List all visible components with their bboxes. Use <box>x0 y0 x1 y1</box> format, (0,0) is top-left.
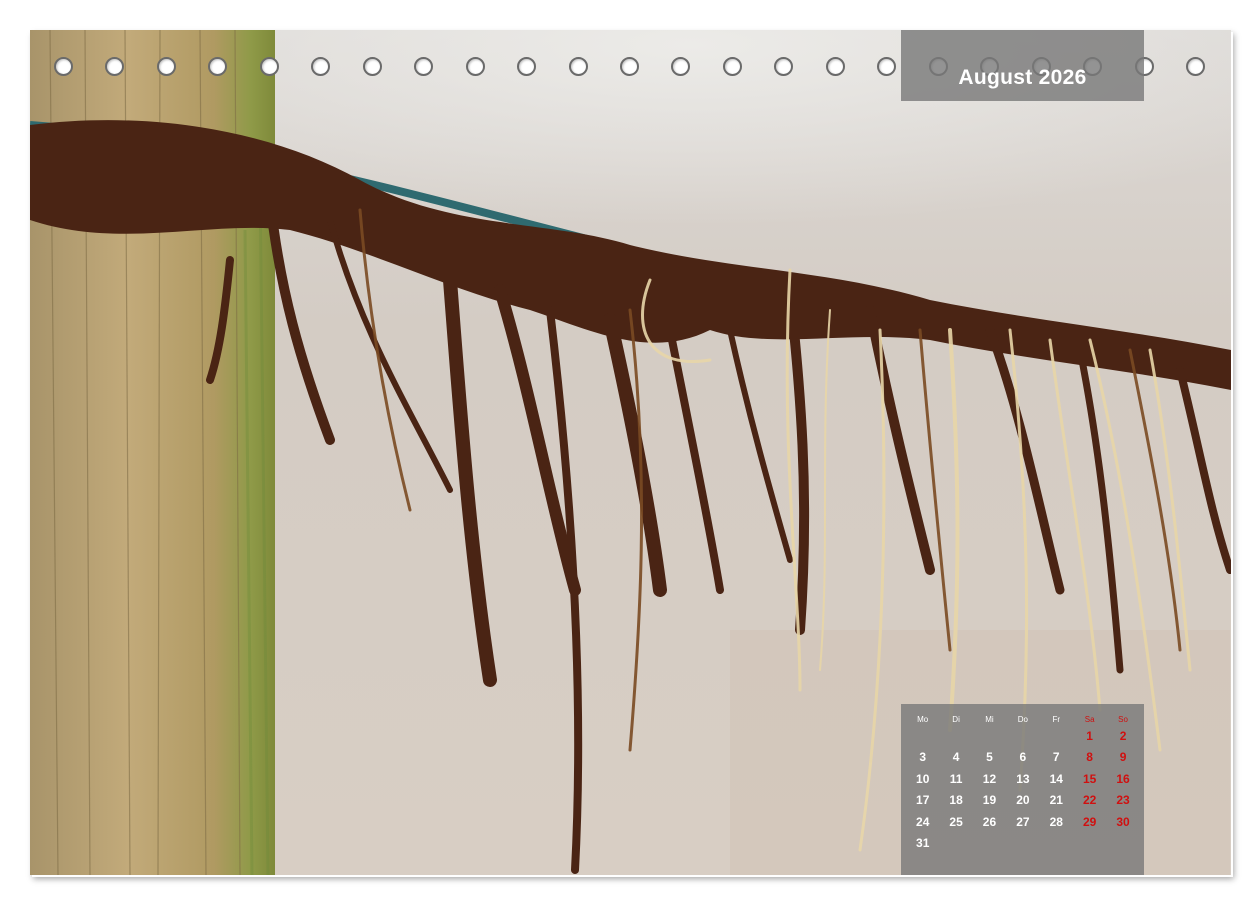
calendar-day: 13 <box>1016 771 1030 786</box>
calendar-day: 18 <box>949 793 963 808</box>
calendar-day: 14 <box>1049 771 1063 786</box>
weekday-header: Mo <box>917 715 929 724</box>
calendar-week-row: 12 <box>906 726 1140 747</box>
calendar-day: 26 <box>982 814 997 829</box>
calendar-week-row: 31 <box>906 833 1140 854</box>
calendar-day: 2 <box>1119 729 1127 743</box>
calendar-day: 30 <box>1116 814 1130 829</box>
weekday-header-row: Mo Di Mi Do Fr Sa So <box>906 714 1140 726</box>
calendar-day: 15 <box>1082 771 1097 786</box>
weekday-header-sunday: So <box>1118 715 1128 724</box>
calendar-day: 10 <box>916 771 930 786</box>
calendar-day <box>906 726 939 747</box>
calendar-day: 25 <box>949 814 963 829</box>
calendar-day: 5 <box>986 750 993 765</box>
calendar-page: August 2026 Mo Di Mi Do Fr Sa So 1234567… <box>0 0 1260 905</box>
calendar-day: 4 <box>952 750 960 765</box>
calendar-grid-box: Mo Di Mi Do Fr Sa So 1 2 3 4 5 6 7 8 9 10 11 12 13 14… <box>901 704 1144 875</box>
calendar-day: 1 <box>1086 729 1093 743</box>
calendar-day: 3 <box>919 750 927 765</box>
calendar-day: 27 <box>1016 814 1030 829</box>
calendar-day: 24 <box>916 814 930 829</box>
calendar-day: 9 <box>1119 750 1127 765</box>
calendar-day <box>973 833 1006 854</box>
weekday-header: Fr <box>1052 715 1061 724</box>
calendar-day: 29 <box>1082 814 1097 829</box>
calendar-day: 11 <box>949 771 963 786</box>
calendar-day: 20 <box>1016 793 1030 808</box>
weekday-header: Do <box>1017 715 1028 724</box>
calendar-day <box>939 833 972 854</box>
calendar-day <box>1006 833 1039 854</box>
calendar-day: 28 <box>1049 814 1063 829</box>
calendar-day: 22 <box>1082 793 1097 808</box>
calendar-day: 6 <box>1019 750 1027 765</box>
weekday-header: Di <box>952 715 960 724</box>
calendar-day: 17 <box>916 793 930 808</box>
calendar-day: 31 <box>916 835 930 850</box>
calendar-day: 8 <box>1086 750 1093 765</box>
weekday-header-saturday: Sa <box>1084 715 1095 724</box>
calendar-day <box>973 726 1006 747</box>
calendar-day <box>1006 726 1039 747</box>
calendar-day: 19 <box>982 793 997 808</box>
calendar-day <box>1106 833 1139 854</box>
calendar-week-row: 17 18 19 20 21 22 23 <box>906 790 1140 811</box>
calendar-day <box>1040 726 1073 747</box>
month-title: August 2026 <box>958 66 1087 89</box>
calendar-day: 21 <box>1049 793 1063 808</box>
calendar-day <box>939 726 972 747</box>
calendar-day <box>1073 833 1106 854</box>
calendar-weeks: 1 2 3 4 5 6 7 8 9 10 11 12 13 14 15 16 17 18 19 20 21 22 23 24 2… <box>906 726 1140 854</box>
calendar-day: 23 <box>1116 793 1130 808</box>
calendar-day: 7 <box>1052 750 1060 765</box>
calendar-grid: Mo Di Mi Do Fr Sa So 1 2 3 4 5 6 7 8 9 10 11 12 13 14… <box>906 714 1140 854</box>
calendar-week-row: 3 4 5 6 7 8 9 <box>906 747 1140 768</box>
weekday-header: Mi <box>985 715 994 724</box>
calendar-day <box>1040 833 1073 854</box>
month-title-box: August 2026 <box>901 30 1144 101</box>
calendar-day: 12 <box>982 771 997 786</box>
calendar-day: 16 <box>1116 771 1130 786</box>
calendar-week-row: 24 25 26 27 28 29 30 <box>906 812 1140 833</box>
calendar-week-row: 10 11 12 13 14 15 16 <box>906 769 1140 790</box>
